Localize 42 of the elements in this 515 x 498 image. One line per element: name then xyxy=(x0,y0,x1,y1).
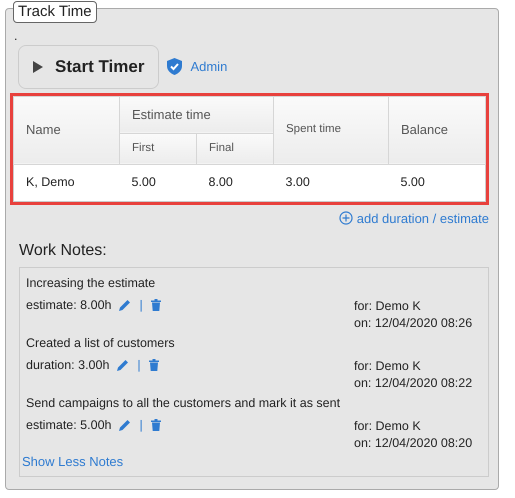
trash-icon[interactable] xyxy=(150,419,161,431)
note-text: Created a list of customers xyxy=(25,335,176,352)
table-cell: 5.00 xyxy=(388,164,486,201)
separator-text: | xyxy=(139,296,143,314)
dot-text: . xyxy=(14,29,18,43)
panel-legend: Track Time xyxy=(13,1,97,23)
shield-check-icon xyxy=(167,58,182,76)
column-header: Name xyxy=(14,96,120,164)
note-author: for: Demo K xyxy=(354,358,422,375)
separator-text: | xyxy=(137,356,141,374)
table-cell: 5.00 xyxy=(120,164,196,201)
table-cell: K, Demo xyxy=(14,164,120,201)
note-detail: estimate: 5.00h xyxy=(26,416,112,434)
note-date: on: 12/04/2020 08:20 xyxy=(354,435,474,452)
column-header: Final xyxy=(196,133,274,164)
pencil-icon[interactable] xyxy=(119,419,132,431)
pencil-icon[interactable] xyxy=(119,299,132,311)
note-detail: duration: 3.00h xyxy=(26,356,110,374)
column-header: Estimate time xyxy=(120,96,274,133)
column-header: First xyxy=(120,133,196,164)
note-date: on: 12/04/2020 08:26 xyxy=(354,315,474,332)
pencil-icon[interactable] xyxy=(117,359,130,371)
add-duration-link[interactable]: add duration / estimate xyxy=(338,208,489,228)
note-author: for: Demo K xyxy=(354,298,422,315)
note-date: on: 12/04/2020 08:22 xyxy=(354,375,474,392)
column-header: Spent time xyxy=(274,96,388,164)
start-timer-button[interactable]: Start Timer xyxy=(18,45,160,88)
plus-circle-icon xyxy=(338,211,353,226)
show-less-link[interactable]: Show Less Notes xyxy=(22,452,124,472)
play-icon xyxy=(33,60,43,73)
note-text: Increasing the estimate xyxy=(25,275,156,292)
note-text: Send campaigns to all the customers and mark it as sent xyxy=(25,395,342,412)
table-cell: 8.00 xyxy=(196,164,274,201)
notes-title: Work Notes: xyxy=(19,241,108,261)
trash-icon[interactable] xyxy=(148,359,159,371)
admin-link[interactable]: Admin xyxy=(190,57,228,76)
column-header: Balance xyxy=(388,96,486,164)
note-detail: estimate: 8.00h xyxy=(26,296,112,314)
separator-text: | xyxy=(139,416,143,434)
table-cell: 3.00 xyxy=(274,164,388,201)
note-author: for: Demo K xyxy=(354,418,422,435)
trash-icon[interactable] xyxy=(150,299,161,311)
